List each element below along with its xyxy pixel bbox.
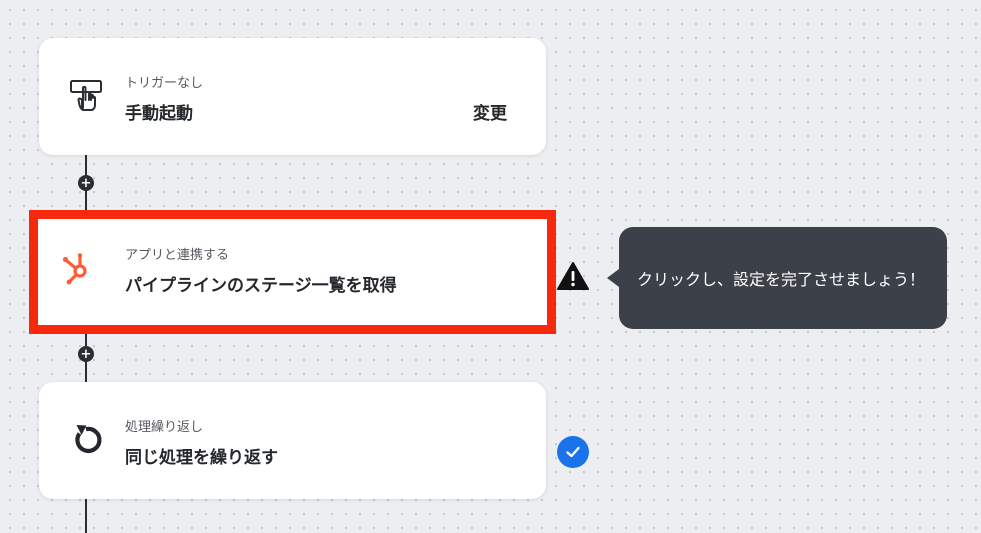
- setup-hint-tooltip: クリックし、設定を完了させましょう！: [607, 227, 947, 329]
- add-step-button[interactable]: +: [78, 346, 94, 362]
- tooltip-text: クリックし、設定を完了させましょう！: [637, 270, 926, 289]
- hubspot-icon: [59, 250, 95, 286]
- loop-icon: [68, 422, 104, 458]
- loop-step-card[interactable]: 処理繰り返し 同じ処理を繰り返す: [39, 382, 546, 499]
- step-title: パイプラインのステージ一覧を取得: [125, 276, 397, 296]
- trigger-step-card[interactable]: トリガーなし 手動起動 変更: [39, 38, 546, 155]
- hand-pointer-icon: [68, 78, 104, 114]
- step-title: 同じ処理を繰り返す: [125, 448, 278, 468]
- step-subtitle: 処理繰り返し: [125, 420, 204, 435]
- step-subtitle: アプリと連携する: [125, 248, 230, 263]
- app-integration-step-card[interactable]: アプリと連携する パイプラインのステージ一覧を取得: [29, 210, 556, 334]
- change-trigger-button[interactable]: 変更: [473, 99, 507, 124]
- add-step-button[interactable]: +: [78, 175, 94, 191]
- warning-icon: [556, 260, 590, 292]
- connector-line: [85, 499, 87, 533]
- check-icon: [557, 436, 589, 468]
- step-title: 手動起動: [125, 104, 193, 124]
- step-subtitle: トリガーなし: [125, 76, 204, 91]
